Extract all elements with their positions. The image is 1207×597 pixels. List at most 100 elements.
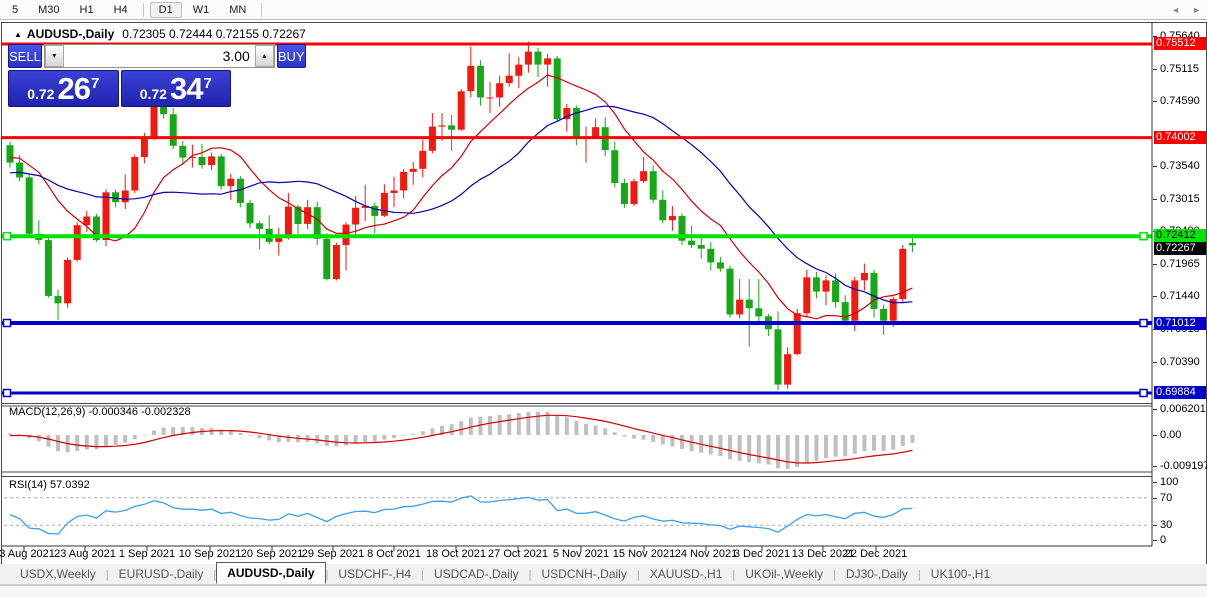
candle-body	[323, 238, 331, 280]
tick-mark	[1153, 482, 1157, 483]
candle-body	[745, 299, 753, 309]
pane-separator	[2, 403, 1152, 404]
volume-decrease-button[interactable]: ▼	[44, 45, 64, 67]
macd-histogram-bar	[737, 435, 742, 461]
price-line-label: 0.72412	[1154, 229, 1206, 242]
macd-histogram-bar	[84, 435, 89, 450]
pane-separator	[2, 476, 1152, 477]
macd-histogram-bar	[507, 414, 512, 435]
tab-eurusd-daily[interactable]: EURUSD-,Daily	[109, 564, 214, 584]
macd-histogram-bar	[872, 435, 876, 451]
chart-symbol: AUDUSD-,Daily	[26, 27, 115, 41]
tab-xauusd-h1[interactable]: XAUUSD-,H1	[640, 564, 733, 584]
candle-body	[793, 313, 801, 355]
sell-button[interactable]: SELL	[8, 44, 42, 68]
tf-5[interactable]: 5	[3, 2, 27, 18]
buy-price-box[interactable]: 0.72 34 7	[120, 70, 231, 107]
candle-body	[841, 302, 849, 321]
candle-body	[726, 268, 734, 315]
macd-histogram-bar	[334, 435, 339, 447]
candle-body	[198, 157, 206, 166]
time-axis[interactable]: 13 Aug 202123 Aug 20211 Sep 202110 Sep 2…	[0, 548, 1152, 562]
candle-body	[217, 156, 225, 187]
macd-histogram-bar	[382, 435, 387, 440]
tick-label: 0.71965	[1160, 258, 1200, 270]
macd-histogram-bar	[891, 435, 896, 450]
tick-label: 0.70390	[1160, 356, 1200, 368]
tabs-scroll-right-icon[interactable]: ►	[1192, 5, 1201, 15]
candle-body	[54, 295, 62, 304]
sell-price-main: 26	[57, 71, 90, 106]
volume-input[interactable]	[63, 45, 255, 67]
tick-mark	[1153, 466, 1157, 467]
tf-h1[interactable]: H1	[71, 2, 103, 18]
date-label: 23 Aug 2021	[54, 548, 116, 560]
macd-histogram-bar	[132, 435, 137, 440]
candle-body	[284, 206, 292, 239]
macd-histogram-bar	[248, 435, 252, 436]
candle-body	[736, 299, 744, 315]
tab-dj30-daily[interactable]: DJ30-,Daily	[836, 564, 918, 584]
macd-histogram-bar	[449, 424, 454, 435]
candle-body	[131, 157, 139, 191]
macd-histogram-bar	[555, 415, 560, 435]
macd-histogram-bar	[536, 411, 540, 435]
tabs-scroll-left-icon[interactable]: ◄	[1171, 5, 1180, 15]
volume-increase-button[interactable]: ▲	[254, 45, 274, 67]
macd-histogram-bar	[257, 435, 262, 438]
candle-body	[256, 223, 264, 229]
date-label: 8 Oct 2021	[367, 548, 421, 560]
date-label: 29 Sep 2021	[301, 548, 365, 560]
tab-usdcad-daily[interactable]: USDCAD-,Daily	[424, 564, 529, 584]
tick-label: 0.73015	[1160, 193, 1200, 205]
candle-body	[64, 259, 72, 304]
tf-m30[interactable]: M30	[29, 2, 68, 18]
one-click-trade-panel: SELL ▼ ▲ BUY 0.72 26 7 0.72 34 7	[8, 44, 306, 107]
tf-h4[interactable]: H4	[105, 2, 137, 18]
candle-body	[227, 178, 235, 187]
candle-body	[390, 190, 398, 193]
macd-histogram-bar	[161, 427, 166, 435]
macd-histogram-bar	[420, 431, 425, 435]
macd-histogram-bar	[8, 433, 12, 435]
date-label: 1 Sep 2021	[118, 548, 176, 560]
sell-price-prefix: 0.72	[27, 86, 55, 102]
tab-usdcnh-daily[interactable]: USDCNH-,Daily	[532, 564, 637, 584]
macd-histogram-bar	[267, 435, 272, 441]
price-axis[interactable]: 0.756400.751150.745900.735400.730150.724…	[1153, 23, 1207, 562]
candle-body	[592, 127, 600, 137]
tab-audusd-daily[interactable]: AUDUSD-,Daily	[216, 562, 326, 584]
sell-price-box[interactable]: 0.72 26 7	[8, 70, 119, 107]
tick-label: 70	[1160, 492, 1173, 504]
candle-body	[668, 215, 676, 221]
tf-mn[interactable]: MN	[220, 2, 255, 18]
candle-body	[832, 280, 840, 303]
rsi-value: 57.0392	[49, 479, 90, 491]
buy-price-pip: 7	[203, 75, 212, 92]
macd-histogram-bar	[392, 435, 396, 438]
candle-body	[102, 192, 110, 240]
macd-histogram-bar	[468, 417, 473, 435]
date-label: 3 Dec 2021	[733, 548, 791, 560]
tab-uk100-h1[interactable]: UK100-,H1	[921, 564, 1000, 584]
tab-ukoil-weekly[interactable]: UKOil-,Weekly	[735, 564, 833, 584]
candle-body	[400, 171, 408, 191]
tick-label: 0.006201	[1160, 403, 1206, 415]
candle-body	[860, 272, 868, 281]
macd-histogram-bar	[852, 435, 857, 454]
macd-histogram-bar	[344, 435, 348, 446]
tick-mark	[1153, 101, 1157, 102]
macd-histogram-bar	[785, 435, 790, 469]
toolbar-separator	[142, 2, 144, 17]
tab-usdx-weekly[interactable]: USDX,Weekly	[10, 564, 106, 584]
tf-d1[interactable]: D1	[149, 1, 182, 18]
candle-body	[640, 171, 648, 182]
tick-mark	[1153, 264, 1157, 265]
candle-body	[73, 225, 81, 260]
tab-usdchf-h4[interactable]: USDCHF-,H4	[328, 564, 421, 584]
buy-button[interactable]: BUY	[276, 44, 306, 68]
triangle-up-icon: ▲	[260, 52, 268, 60]
symbol-triangle-icon: ▲	[14, 30, 22, 39]
candle-body	[6, 145, 14, 163]
tf-w1[interactable]: W1	[184, 2, 219, 18]
